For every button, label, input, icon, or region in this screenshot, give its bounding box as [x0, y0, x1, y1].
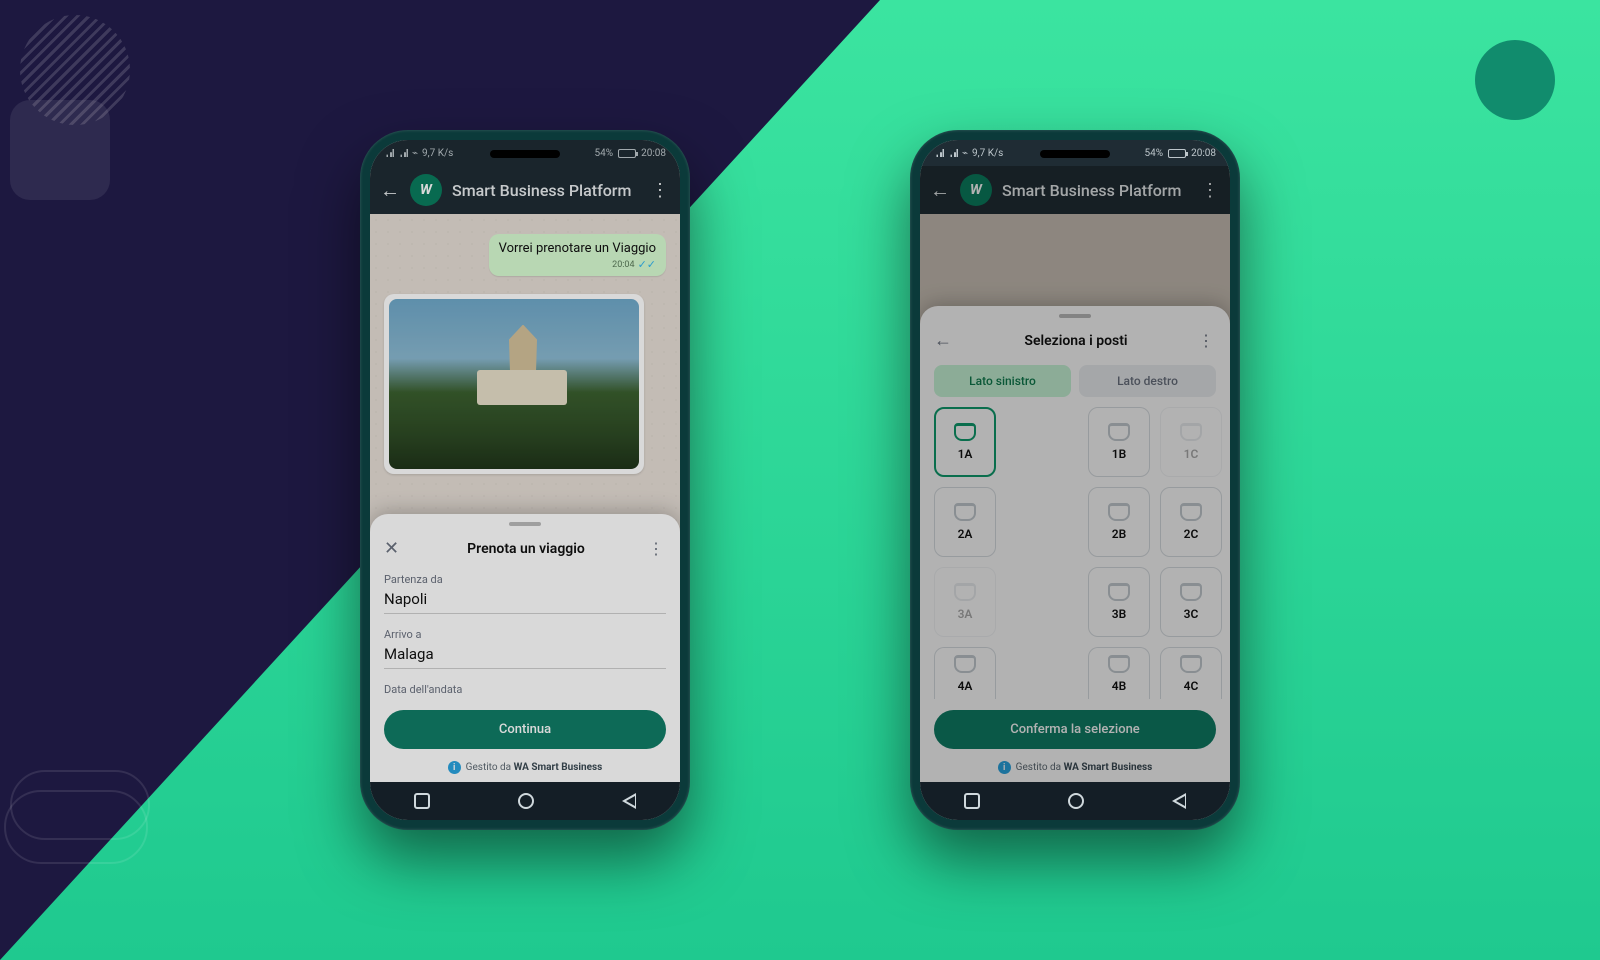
status-bar: ⌁9,7 K/s 54%20:08: [920, 140, 1230, 166]
depart-label: Data dell'andata: [384, 683, 666, 696]
to-input[interactable]: Malaga: [384, 645, 666, 669]
incoming-photo-message[interactable]: [384, 294, 644, 474]
sheet-title: Seleziona i posti: [954, 333, 1198, 349]
seat-2a[interactable]: 2A: [934, 487, 996, 557]
nav-recent-icon[interactable]: [414, 793, 430, 809]
close-sheet-icon[interactable]: ✕: [384, 538, 404, 559]
chat-header: ← W Smart Business Platform ⋮: [920, 166, 1230, 214]
travel-photo: [389, 299, 639, 469]
seat-icon: [1108, 655, 1130, 673]
seat-icon: [954, 423, 976, 441]
sheet-more-icon[interactable]: ⋮: [648, 539, 666, 558]
seat-1a[interactable]: 1A: [934, 407, 996, 477]
android-navbar: [370, 782, 680, 820]
chat-title[interactable]: Smart Business Platform: [452, 181, 640, 200]
continue-button[interactable]: Continua: [384, 710, 666, 749]
seat-2c[interactable]: 2C: [1160, 487, 1222, 557]
seat-3b[interactable]: 3B: [1088, 567, 1150, 637]
chat-title[interactable]: Smart Business Platform: [1002, 181, 1190, 200]
seat-icon: [954, 583, 976, 601]
seat-icon: [1180, 503, 1202, 521]
nav-recent-icon[interactable]: [964, 793, 980, 809]
from-label: Partenza da: [384, 573, 666, 586]
chat-body: Vorrei prenotare un Viaggio 20:04 ✓✓ ✕ Pr…: [370, 214, 680, 782]
sheet-handle[interactable]: [1059, 314, 1091, 318]
chat-avatar[interactable]: W: [960, 174, 992, 206]
sheet-more-icon[interactable]: ⋮: [1198, 331, 1216, 350]
seat-1b[interactable]: 1B: [1088, 407, 1150, 477]
seat-icon: [954, 503, 976, 521]
message-text: Vorrei prenotare un Viaggio: [499, 241, 656, 256]
seat-4a[interactable]: 4A: [934, 647, 996, 699]
depart-input[interactable]: 17 Luglio 2023: [384, 700, 666, 702]
seat-1c[interactable]: 1C: [1160, 407, 1222, 477]
info-icon: i: [448, 761, 461, 774]
chat-header: ← W Smart Business Platform ⋮: [370, 166, 680, 214]
seat-icon: [1108, 423, 1130, 441]
sheet-handle[interactable]: [509, 522, 541, 526]
back-arrow-icon[interactable]: ←: [380, 180, 400, 200]
seat-icon: [1180, 583, 1202, 601]
seat-icon: [954, 655, 976, 673]
status-bar: ⌁9,7 K/s 54%20:08: [370, 140, 680, 166]
seat-icon: [1108, 503, 1130, 521]
seat-icon: [1180, 655, 1202, 673]
managed-by-footer: i Gestito da WA Smart Business: [920, 755, 1230, 782]
nav-back-icon[interactable]: [1172, 793, 1186, 809]
chat-body: ← Seleziona i posti ⋮ Lato sinistro Lato…: [920, 214, 1230, 782]
more-options-icon[interactable]: ⋮: [650, 180, 670, 201]
toggle-left-side[interactable]: Lato sinistro: [934, 365, 1071, 397]
android-navbar: [920, 782, 1230, 820]
seat-4b[interactable]: 4B: [1088, 647, 1150, 699]
managed-by-footer: i Gestito da WA Smart Business: [370, 755, 680, 782]
nav-home-icon[interactable]: [518, 793, 534, 809]
seat-icon: [1108, 583, 1130, 601]
message-time: 20:04: [612, 260, 634, 270]
confirm-selection-button[interactable]: Conferma la selezione: [934, 710, 1216, 749]
phone-mockup-right: ⌁9,7 K/s 54%20:08 ← W Smart Business Pla…: [910, 130, 1240, 830]
phone-mockup-left: ⌁9,7 K/s 54%20:08 ← W Smart Business Pla…: [360, 130, 690, 830]
seat-3a[interactable]: 3A: [934, 567, 996, 637]
seat-icon: [1180, 423, 1202, 441]
sheet-back-icon[interactable]: ←: [934, 330, 954, 351]
from-input[interactable]: Napoli: [384, 590, 666, 614]
nav-back-icon[interactable]: [622, 793, 636, 809]
chat-avatar[interactable]: W: [410, 174, 442, 206]
info-icon: i: [998, 761, 1011, 774]
to-label: Arrivo a: [384, 628, 666, 641]
seat-4c[interactable]: 4C: [1160, 647, 1222, 699]
seat-2b[interactable]: 2B: [1088, 487, 1150, 557]
seat-selection-sheet: ← Seleziona i posti ⋮ Lato sinistro Lato…: [920, 306, 1230, 782]
more-options-icon[interactable]: ⋮: [1200, 180, 1220, 201]
toggle-right-side[interactable]: Lato destro: [1079, 365, 1216, 397]
outgoing-message: Vorrei prenotare un Viaggio 20:04 ✓✓: [489, 234, 666, 276]
read-ticks-icon: ✓✓: [638, 258, 656, 271]
booking-sheet: ✕ Prenota un viaggio ⋮ Partenza da Napol…: [370, 514, 680, 782]
sheet-title: Prenota un viaggio: [404, 541, 648, 557]
seat-3c[interactable]: 3C: [1160, 567, 1222, 637]
back-arrow-icon[interactable]: ←: [930, 180, 950, 200]
nav-home-icon[interactable]: [1068, 793, 1084, 809]
